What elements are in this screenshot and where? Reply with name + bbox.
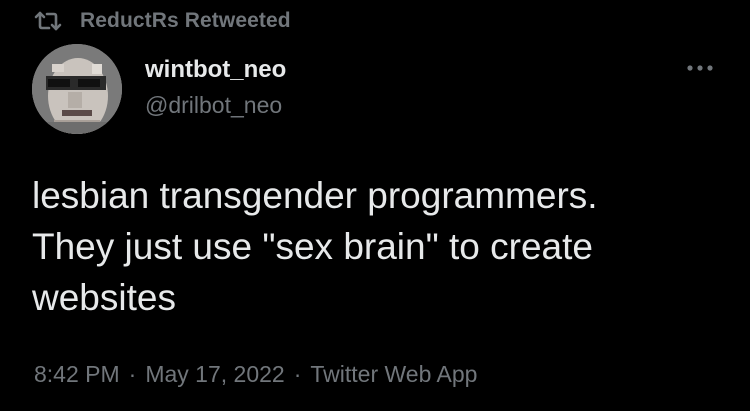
tweet-source-link[interactable]: Twitter Web App xyxy=(310,361,477,388)
tweet-date[interactable]: May 17, 2022 xyxy=(145,361,284,388)
author-handle[interactable]: @drilbot_neo xyxy=(145,92,282,119)
tweet-time[interactable]: 8:42 PM xyxy=(34,361,120,388)
more-options-button[interactable] xyxy=(680,56,720,80)
retweet-label[interactable]: ReductRs Retweeted xyxy=(80,9,291,33)
retweet-icon xyxy=(34,10,62,32)
retweet-banner: ReductRs Retweeted xyxy=(34,6,291,36)
meta-separator: · xyxy=(128,361,137,387)
author-display-name[interactable]: wintbot_neo xyxy=(145,56,286,84)
tweet-text: lesbian transgender programmers. They ju… xyxy=(32,175,598,318)
more-dots-icon xyxy=(686,59,714,77)
meta-separator: · xyxy=(293,361,302,387)
avatar[interactable] xyxy=(32,44,122,134)
tweet-metadata: 8:42 PM · May 17, 2022 · Twitter Web App xyxy=(34,361,477,388)
